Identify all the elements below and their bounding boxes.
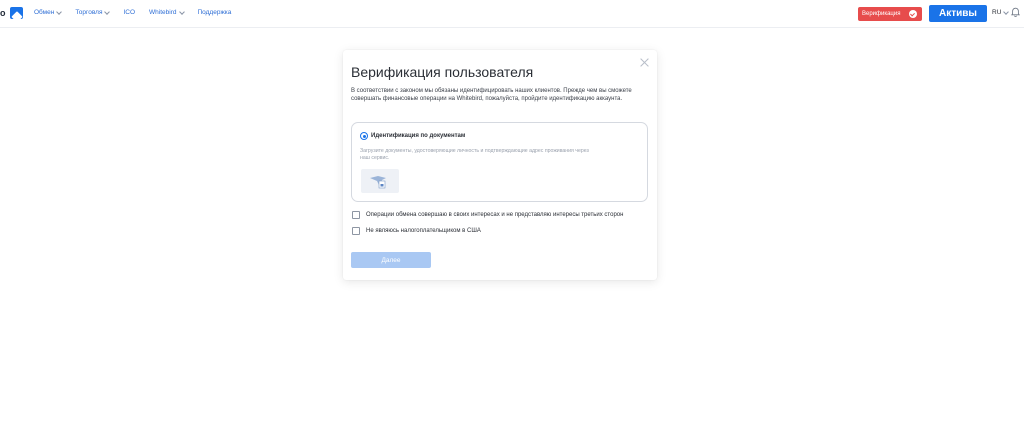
nav-exchange-label: Обмен [34, 9, 55, 16]
main-nav: Обмен Торговля ICO Whitebird Поддержка [34, 8, 245, 16]
checkbox-not-us-taxpayer-label: Не являюсь налогоплательщиком в США [366, 228, 481, 234]
nav-trading-label: Торговля [75, 9, 103, 16]
chevron-down-icon [104, 8, 111, 15]
language-label: RU [992, 9, 1002, 16]
chevron-down-icon [1003, 8, 1010, 15]
nav-ico-label: ICO [123, 9, 136, 16]
verification-button[interactable]: Верификация [858, 7, 922, 21]
checkbox-not-us-taxpayer[interactable] [352, 227, 360, 235]
verification-modal: Верификация пользователя В соответствии … [343, 50, 657, 280]
nav-ico[interactable]: ICO [123, 9, 135, 16]
option-radio[interactable] [360, 132, 368, 140]
checkbox-row-not-us-taxpayer[interactable]: Не являюсь налогоплательщиком в США [352, 227, 481, 235]
next-button[interactable]: Далее [351, 252, 431, 268]
nav-exchange[interactable]: Обмен [34, 8, 63, 16]
logo-text: o [0, 8, 6, 18]
check-circle-icon [909, 10, 917, 18]
document-verification-option[interactable]: Идентификация по документам Загрузите до… [351, 122, 648, 202]
nav-whitebird-label: Whitebird [149, 9, 177, 16]
top-header: o Обмен Торговля ICO Whitebird Поддержка… [0, 0, 1024, 28]
modal-title: Верификация пользователя [351, 64, 534, 80]
nav-support-label: Поддержка [197, 9, 232, 16]
document-upload-icon [370, 176, 386, 189]
option-hint: Загрузите документы, удостоверяющие личн… [360, 148, 589, 161]
close-icon[interactable] [640, 58, 649, 67]
document-illustration [361, 169, 399, 193]
modal-description: В соответствии с законом мы обязаны иден… [351, 88, 632, 102]
assets-button[interactable]: Активы [929, 5, 987, 22]
chevron-down-icon [178, 8, 185, 15]
nav-support[interactable]: Поддержка [198, 9, 232, 16]
verification-label: Верификация [862, 11, 901, 17]
nav-trading[interactable]: Торговля [75, 8, 111, 16]
option-label: Идентификация по документам [371, 133, 466, 139]
checkbox-own-interest-label: Операции обмена совершаю в своих интерес… [366, 212, 624, 218]
checkbox-own-interest[interactable] [352, 211, 360, 219]
bell-icon[interactable] [1011, 7, 1020, 18]
nav-whitebird[interactable]: Whitebird [149, 8, 185, 16]
chevron-down-icon [56, 8, 63, 15]
checkbox-row-own-interest[interactable]: Операции обмена совершаю в своих интерес… [352, 211, 623, 219]
logo-icon[interactable] [10, 7, 23, 19]
language-selector[interactable]: RU [992, 8, 1010, 16]
